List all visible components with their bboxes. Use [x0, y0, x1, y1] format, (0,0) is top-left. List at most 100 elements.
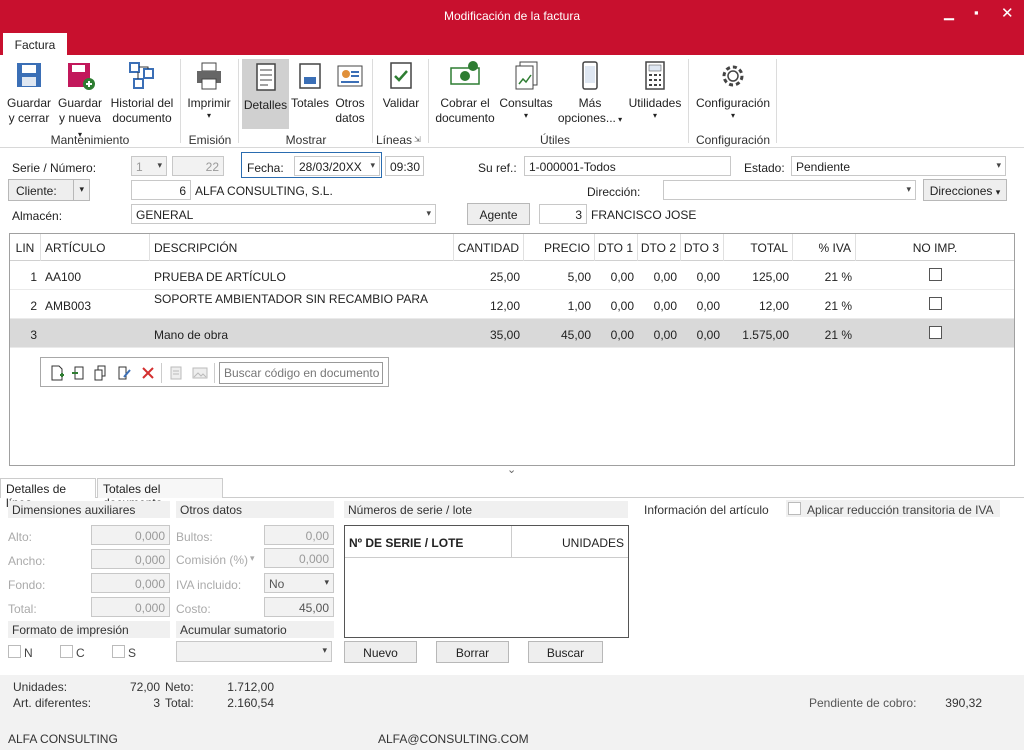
totals-button[interactable]: Totales [291, 59, 329, 111]
cell-dto3: 0,00 [696, 299, 720, 313]
totals-label: Totales [291, 96, 330, 110]
almacen-value: GENERAL [136, 208, 194, 222]
direcciones-button[interactable]: Direcciones ▾ [923, 179, 1007, 201]
buscar-button[interactable]: Buscar [528, 641, 603, 663]
ancho-field[interactable]: 0,000 [91, 549, 170, 569]
chevron-down-icon: ▾ [79, 184, 84, 194]
utilities-button[interactable]: Utilidades ▾ [627, 59, 683, 121]
insert-line-icon[interactable] [71, 365, 87, 381]
costo-field[interactable]: 45,00 [264, 597, 334, 617]
col-lin[interactable]: LIN [10, 234, 41, 261]
cell-descripcion: Mano de obra [154, 328, 229, 342]
delete-icon[interactable] [140, 365, 156, 381]
chevron-down-icon[interactable]: ▾ [250, 553, 255, 564]
minimize-icon[interactable]: ▁ [944, 5, 954, 21]
chevron-down-icon: ▾ [157, 160, 162, 170]
no-imp-checkbox[interactable] [929, 326, 942, 339]
details-label: Detalles [243, 98, 288, 112]
bultos-field[interactable]: 0,00 [264, 525, 334, 545]
company-email: ALFA@CONSULTING.COM [378, 732, 529, 746]
configuration-button[interactable]: Configuración ▾ [694, 59, 772, 121]
almacen-select[interactable]: GENERAL ▾ [131, 204, 436, 224]
more-options-button[interactable]: Más opciones... ▾ [556, 59, 624, 127]
col-dto1[interactable]: DTO 1 [595, 234, 638, 261]
save-new-icon [68, 63, 95, 90]
save-new-button[interactable]: Guardar y nueva ▾ [56, 59, 104, 141]
tab-detalles-linea[interactable]: Detalles de línea [0, 478, 96, 510]
total-dim-field[interactable]: 0,000 [91, 597, 170, 617]
save-close-label-1: Guardar [6, 96, 52, 110]
agente-button[interactable]: Agente [467, 203, 530, 225]
copy-icon[interactable] [93, 365, 109, 381]
col-dto2[interactable]: DTO 2 [638, 234, 681, 261]
reduccion-iva-checkbox[interactable] [788, 502, 801, 515]
suref-field[interactable]: 1-000001-Todos [524, 156, 731, 176]
nuevo-button[interactable]: Nuevo [344, 641, 417, 663]
table-row[interactable]: 2 AMB003 SOPORTE AMBIENTADOR SIN RECAMBI… [10, 290, 1014, 319]
table-row[interactable]: 3 Mano de obra 35,00 45,00 0,00 0,00 0,0… [10, 319, 1014, 348]
serie-col-1[interactable]: Nº DE SERIE / LOTE [349, 536, 463, 550]
maximize-icon[interactable]: ▪ [974, 5, 979, 20]
fmt-n-checkbox[interactable] [8, 645, 21, 658]
gear-icon [722, 65, 744, 87]
no-imp-checkbox[interactable] [929, 297, 942, 310]
serie-col-2[interactable]: UNIDADES [562, 536, 624, 550]
tab-factura[interactable]: Factura [3, 33, 67, 55]
edit-icon[interactable] [116, 365, 132, 381]
history-button[interactable]: Historial del documento [108, 59, 176, 126]
fmt-s-checkbox[interactable] [112, 645, 125, 658]
agente-code-field[interactable]: 3 [539, 204, 587, 224]
col-articulo[interactable]: ARTÍCULO [41, 234, 150, 261]
col-dto3[interactable]: DTO 3 [681, 234, 724, 261]
acumular-select[interactable]: ▾ [176, 641, 332, 662]
validate-icon [390, 62, 412, 89]
estado-select[interactable]: Pendiente ▾ [791, 156, 1006, 176]
col-precio[interactable]: PRECIO [524, 234, 595, 261]
alto-field[interactable]: 0,000 [91, 525, 170, 545]
other-data-label-1: Otros [335, 96, 365, 110]
other-data-button[interactable]: Otros datos [332, 59, 368, 126]
grid-header: LIN ARTÍCULO DESCRIPCIÓN CANTIDAD PRECIO… [10, 234, 1014, 261]
validate-button[interactable]: Validar [378, 59, 424, 111]
save-close-button[interactable]: Guardar y cerrar [6, 59, 52, 126]
cell-lin: 2 [30, 299, 37, 313]
fmt-c-checkbox[interactable] [60, 645, 73, 658]
section-acumular: Acumular sumatorio [176, 621, 334, 638]
history-icon [129, 62, 154, 89]
numero-field[interactable]: 22 [172, 156, 224, 176]
no-imp-checkbox[interactable] [929, 268, 942, 281]
print-button[interactable]: Imprimir ▾ [185, 59, 233, 121]
fondo-field[interactable]: 0,000 [91, 573, 170, 593]
table-row[interactable]: 1 AA100 PRUEBA DE ARTÍCULO 25,00 5,00 0,… [10, 261, 1014, 290]
col-iva[interactable]: % IVA [793, 234, 856, 261]
queries-icon [515, 61, 538, 90]
hora-field[interactable]: 09:30 [385, 156, 424, 176]
queries-button[interactable]: Consultas ▾ [498, 59, 554, 121]
cliente-code-field[interactable]: 6 [131, 180, 191, 200]
tab-totales-documento[interactable]: Totales del documento [97, 478, 223, 510]
cell-articulo: AA100 [45, 270, 82, 284]
close-icon[interactable]: ✕ [1001, 4, 1014, 22]
pendiente-value: 390,32 [945, 696, 982, 710]
cliente-dropdown-button[interactable]: Cliente: ▾ [8, 179, 90, 201]
col-cantidad[interactable]: CANTIDAD [454, 234, 524, 261]
new-line-icon[interactable] [49, 365, 65, 381]
col-descripcion[interactable]: DESCRIPCIÓN [150, 234, 454, 261]
fecha-field[interactable]: 28/03/20XX ▾ [294, 156, 380, 176]
details-button[interactable]: Detalles [242, 59, 289, 129]
cell-total: 12,00 [758, 299, 789, 313]
reduccion-iva-label: Aplicar reducción transitoria de IVA [807, 503, 994, 517]
col-total[interactable]: TOTAL [724, 234, 793, 261]
dialog-launcher-icon[interactable]: ⇲ [414, 135, 421, 144]
search-code-input[interactable]: Buscar código en documento [219, 362, 383, 384]
collect-button[interactable]: Cobrar el documento [434, 59, 496, 126]
document-icon [170, 366, 182, 380]
col-no-imp[interactable]: NO IMP. [856, 234, 1014, 261]
comision-field[interactable]: 0,000 [264, 548, 334, 568]
serie-value: 1 [136, 160, 143, 174]
borrar-button[interactable]: Borrar [436, 641, 509, 663]
chevron-down-icon[interactable]: ⌄ [507, 463, 516, 476]
direccion-select[interactable]: ▾ [663, 180, 916, 200]
iva-incluido-select[interactable]: No ▾ [264, 573, 334, 593]
serie-select[interactable]: 1 ▾ [131, 156, 167, 176]
